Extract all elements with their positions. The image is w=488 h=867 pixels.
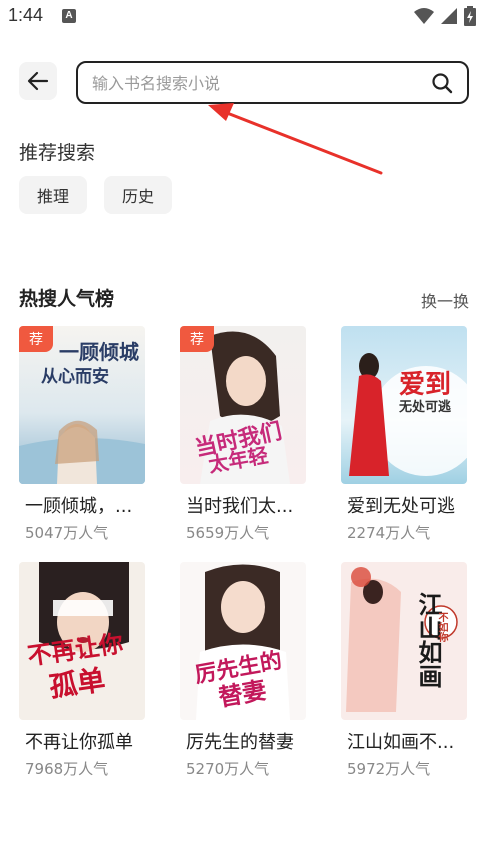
- arrow-left-icon: [27, 71, 49, 91]
- book-popularity: 5659万人气: [186, 524, 270, 542]
- search-icon[interactable]: [431, 72, 453, 94]
- status-time: 1:44: [8, 5, 44, 25]
- cover-subtitle: 从心而安: [41, 367, 109, 387]
- book-card[interactable]: 荐 一顾倾城 从心而安 一顾倾城，... 5047万人气: [19, 326, 149, 543]
- book-title: 当时我们太...: [186, 496, 294, 517]
- book-title: 不再让你孤单: [25, 732, 133, 753]
- status-icons: [414, 6, 476, 26]
- book-title: 一顾倾城，...: [25, 496, 133, 517]
- book-cover: 不再让你 孤单: [19, 562, 145, 720]
- book-card[interactable]: 不再让你 孤单 不再让你孤单 7968万人气: [19, 562, 149, 779]
- wifi-icon: [414, 8, 434, 24]
- cover-subtitle: 无处可逃: [399, 400, 452, 415]
- book-popularity: 5047万人气: [25, 524, 109, 542]
- book-popularity: 2274万人气: [347, 524, 431, 542]
- hot-list-title: 热搜人气榜: [19, 288, 115, 310]
- book-cover: 荐 一顾倾城 从心而安: [19, 326, 145, 484]
- refresh-button[interactable]: 换一换: [421, 288, 469, 312]
- tag-reasoning[interactable]: 推理: [19, 176, 87, 214]
- annotation-arrow: [208, 103, 383, 175]
- recommend-badge: 荐: [19, 326, 53, 352]
- book-popularity: 5270万人气: [186, 760, 270, 778]
- cover-title: 一顾倾城: [59, 340, 139, 364]
- back-button[interactable]: [19, 62, 57, 100]
- book-card[interactable]: 江山如画 不如你 江山如画不... 5972万人气: [341, 562, 471, 779]
- book-title: 江山如画不...: [347, 732, 455, 753]
- recommend-badge: 荐: [180, 326, 214, 352]
- book-popularity: 7968万人气: [25, 760, 109, 778]
- battery-icon: [464, 6, 476, 26]
- search-input[interactable]: [92, 71, 412, 95]
- notification-icon: A: [62, 9, 76, 23]
- book-cover: 荐 当时我们 太年轻: [180, 326, 306, 484]
- book-card[interactable]: 爱到 无处可逃 爱到无处可逃 2274万人气: [341, 326, 471, 543]
- cover-subtitle: 孤单: [47, 663, 108, 704]
- book-title: 爱到无处可逃: [347, 496, 455, 517]
- book-title: 厉先生的替妻: [186, 732, 294, 753]
- book-card[interactable]: 厉先生的 替妻 厉先生的替妻 5270万人气: [180, 562, 310, 779]
- status-bar: 1:44 A: [0, 0, 488, 34]
- book-cover: 厉先生的 替妻: [180, 562, 306, 720]
- recommended-title: 推荐搜索: [19, 142, 96, 164]
- book-popularity: 5972万人气: [347, 760, 431, 778]
- book-card[interactable]: 荐 当时我们 太年轻 当时我们太... 5659万人气: [180, 326, 310, 543]
- tag-history[interactable]: 历史: [104, 176, 172, 214]
- book-cover: 爱到 无处可逃: [341, 326, 467, 484]
- cover-subtitle: 不如你: [436, 612, 447, 642]
- signal-icon: [441, 8, 457, 24]
- book-cover: 江山如画 不如你: [341, 562, 467, 720]
